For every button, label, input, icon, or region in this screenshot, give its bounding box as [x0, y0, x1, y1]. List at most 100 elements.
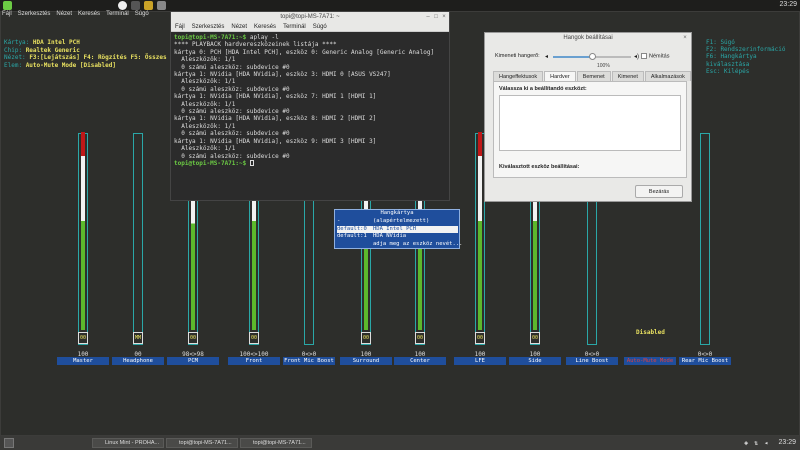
channel-label[interactable]: Side	[509, 357, 561, 365]
terminal-icon[interactable]	[131, 1, 140, 10]
close-icon[interactable]: ×	[441, 14, 447, 20]
tab-2[interactable]: Hardver	[544, 71, 576, 81]
terminal-output[interactable]: topi@topi-MS-7A71:~$ aplay -l **** PLAYB…	[171, 32, 449, 169]
channel-label[interactable]: Surround	[340, 357, 392, 365]
taskbar-button[interactable]: Linux Mint - PROHA...	[92, 438, 164, 448]
terminal-menu-item[interactable]: Terminál	[283, 24, 306, 30]
mixer-menu-item[interactable]: Fájl	[2, 11, 12, 17]
channel-label[interactable]: Center	[394, 357, 446, 365]
tab-4[interactable]: Kimenet	[611, 71, 644, 81]
tab-5[interactable]: Alkalmazások	[644, 71, 691, 81]
soundcard-popup[interactable]: Hangkártya - (alapértelmezett) default:0 HD…	[334, 209, 462, 249]
taskbar-clock: 23:29	[778, 439, 796, 446]
fader-level	[478, 132, 482, 330]
terminal-menu-item[interactable]: Súgó	[313, 24, 327, 30]
option-id: -	[337, 218, 341, 224]
taskbar-button[interactable]: topi@topi-MS-7A71...	[166, 438, 238, 448]
terminal-line: kártya 0: PCH [HDA Intel PCH], eszköz 0:…	[174, 48, 435, 56]
channel-fader[interactable]: MM	[133, 133, 143, 345]
terminal-line: Aleszközök: 1/1	[174, 100, 236, 108]
close-button[interactable]: Bezárás	[635, 185, 683, 198]
terminal-line: 0 számú aleszköz: subdevice #0	[174, 85, 290, 93]
terminal-menu-item[interactable]: Nézet	[231, 24, 247, 30]
minimize-icon[interactable]: –	[425, 14, 431, 20]
terminal-prompt-2: topi@topi-MS-7A71:~$	[174, 159, 247, 167]
files-icon[interactable]	[144, 1, 153, 10]
mute-indicator[interactable]: 00	[530, 332, 540, 344]
channel-fader[interactable]: 00	[78, 132, 88, 345]
mute-indicator[interactable]: 00	[78, 332, 88, 344]
mixer-menu-item[interactable]: Keresés	[78, 11, 100, 17]
channel-label[interactable]: Headphone	[112, 357, 164, 365]
channel-label[interactable]: PCM	[167, 357, 219, 365]
info-value: Auto-Mute Mode [Disabled]	[25, 61, 116, 69]
mute-indicator[interactable]: 00	[475, 332, 485, 344]
popup-option[interactable]: default:0 HDA Intel PCH	[337, 225, 458, 233]
mute-indicator[interactable]: 00	[415, 332, 425, 344]
channel-label[interactable]: Front Mic Boost	[283, 357, 335, 365]
browser-icon[interactable]	[118, 1, 127, 10]
mixer-help-panel: F1: Súgó F2: Rendszerinformáció F6: Hangká…	[706, 39, 800, 75]
info-row: Kártya: HDA Intel PCH	[4, 39, 167, 47]
checkbox-icon[interactable]	[641, 53, 647, 59]
popup-option[interactable]: adja meg az eszköz nevét...	[337, 241, 462, 248]
info-key: Kártya:	[4, 39, 30, 46]
terminal-menu-item[interactable]: Fájl	[175, 24, 185, 30]
mute-indicator[interactable]: 00	[188, 332, 198, 344]
tab-3[interactable]: Bemenet	[576, 71, 611, 81]
dialog-titlebar[interactable]: Hangok beállításai ×	[485, 33, 691, 44]
mute-indicator[interactable]: 00	[361, 332, 371, 344]
taskbar: Linux Mint - PROHA... topi@topi-MS-7A71..…	[0, 436, 800, 450]
option-name: adja meg az eszköz nevét...	[373, 240, 463, 247]
taskbar-button[interactable]: topi@topi-MS-7A71...	[240, 438, 312, 448]
channel-label[interactable]: Rear Mic Boost	[679, 357, 731, 365]
volume-icon[interactable]: ◂	[764, 439, 772, 447]
mute-indicator[interactable]: 00	[249, 332, 259, 344]
mute-indicator[interactable]: MM	[133, 332, 143, 344]
sound-settings-dialog[interactable]: Hangok beállításai × Kimeneti hangerő: ◂…	[484, 32, 692, 202]
info-key: Chip:	[4, 46, 23, 54]
mixer-menu-item[interactable]: Nézet	[56, 11, 72, 17]
popup-option[interactable]: - (alapértelmezett)	[337, 218, 458, 225]
terminal-menu-item[interactable]: Keresés	[254, 24, 276, 30]
show-desktop-icon[interactable]	[4, 438, 14, 448]
volume-slider-knob[interactable]	[588, 53, 596, 60]
terminal-menu-item[interactable]: Szerkesztés	[192, 24, 225, 30]
close-icon[interactable]: ×	[682, 35, 688, 41]
app-icon[interactable]	[157, 1, 166, 10]
shield-icon[interactable]: ◈	[744, 439, 752, 447]
tab-1[interactable]: Hangeffektusok	[493, 71, 544, 81]
popup-option[interactable]: default:1 HDA NVidia	[337, 233, 458, 240]
volume-slider[interactable]	[553, 53, 631, 60]
channel-fader[interactable]	[700, 133, 710, 345]
terminal-menubar: Fájl Szerkesztés Nézet Keresés Terminál Súgó	[171, 22, 449, 32]
terminal-line: 0 számú aleszköz: subdevice #0	[174, 130, 290, 138]
maximize-icon[interactable]: □	[433, 14, 439, 20]
hardware-panel: Válassza ki a beállítandó eszközt: Kivál…	[493, 81, 687, 178]
mixer-menu-item[interactable]: Szerkesztés	[18, 11, 51, 17]
mute-checkbox[interactable]: Némítás	[641, 53, 669, 59]
channel-label[interactable]: Master	[57, 357, 109, 365]
cursor	[249, 160, 254, 167]
top-panel: 23:29	[0, 0, 800, 11]
settings-heading: Kiválasztott eszköz beállításai:	[499, 164, 580, 170]
terminal-titlebar[interactable]: topi@topi-MS-7A71: ~ – □ ×	[171, 12, 449, 22]
mixer-menu-item[interactable]: Súgó	[135, 11, 149, 17]
channel-label[interactable]: Front	[228, 357, 280, 365]
device-list[interactable]	[499, 95, 681, 151]
auto-mute-disabled-label: Disabled	[636, 329, 665, 336]
terminal-line: Aleszközök: 1/1	[174, 145, 236, 153]
network-icon[interactable]: ⇅	[754, 439, 762, 447]
mixer-menu-item[interactable]: Terminál	[106, 11, 129, 17]
terminal-title: topi@topi-MS-7A71: ~	[280, 14, 340, 20]
terminal-window[interactable]: topi@topi-MS-7A71: ~ – □ × Fájl Szerkeszt…	[170, 11, 450, 201]
fader-level	[81, 132, 85, 330]
help-row: F6: Hangkártya kiválasztása	[706, 53, 757, 68]
channel-label[interactable]: LFE	[454, 357, 506, 365]
terminal-prompt: topi@topi-MS-7A71:~$	[174, 34, 247, 41]
device-heading: Válassza ki a beállítandó eszközt:	[499, 86, 587, 92]
option-name: (alapértelmezett)	[373, 218, 430, 224]
channel-label[interactable]: Auto-Mute Mode	[624, 357, 676, 365]
channel-label[interactable]: Line Boost	[566, 357, 618, 365]
menu-icon[interactable]	[3, 1, 12, 10]
